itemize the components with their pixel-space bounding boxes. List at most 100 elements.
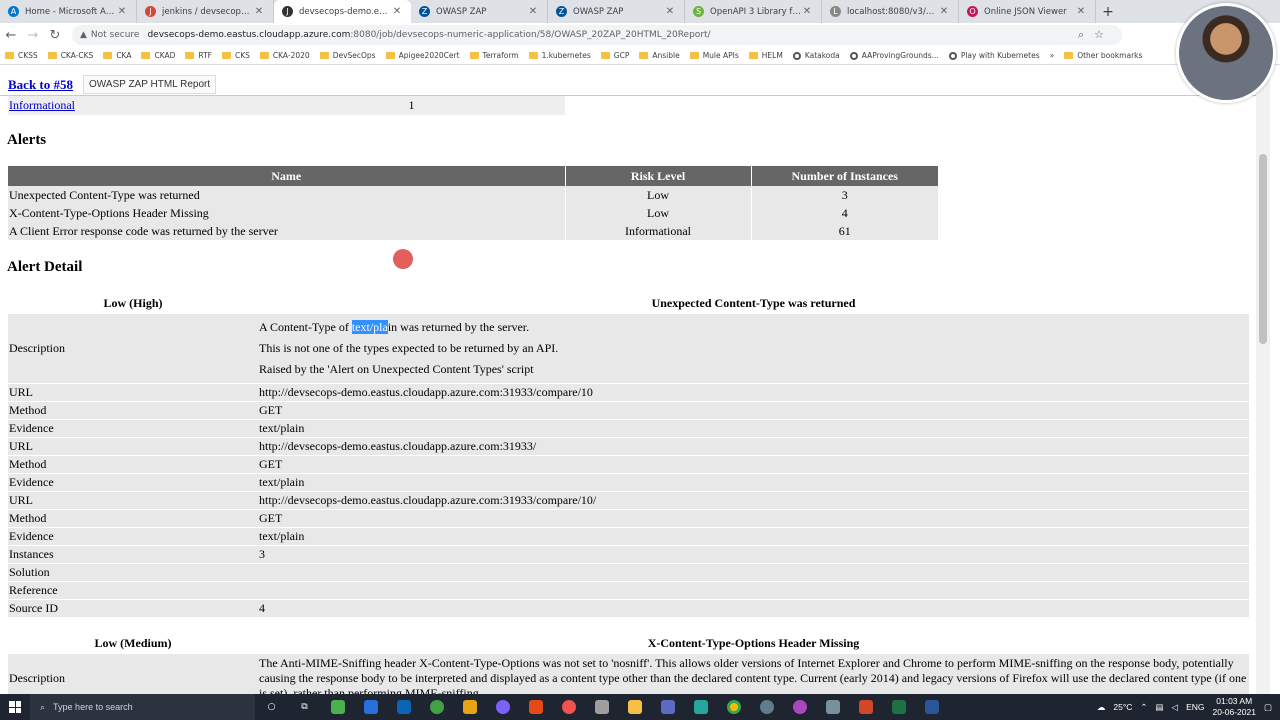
warning-icon[interactable]: ▲	[80, 30, 87, 40]
detail-key: Method	[8, 401, 258, 420]
close-icon[interactable]: ✕	[253, 6, 265, 17]
reload-button[interactable]: ↻	[44, 24, 66, 46]
temperature[interactable]: 25°C	[1113, 702, 1132, 712]
bookmark-item[interactable]: 1.kubernetes	[524, 51, 596, 60]
app-icon[interactable]	[519, 694, 552, 720]
chrome-icon[interactable]	[717, 694, 750, 720]
volume-icon[interactable]: ◁	[1172, 702, 1179, 713]
clock-date: 20-06-2021	[1212, 707, 1256, 717]
network-icon[interactable]: ▤	[1155, 702, 1163, 713]
bookmark-item[interactable]: CKA	[98, 51, 136, 60]
close-icon[interactable]: ✕	[801, 6, 813, 17]
app-icon[interactable]	[354, 694, 387, 720]
browser-tab[interactable]: Jjenkins / devsecops-numeric✕	[137, 0, 274, 23]
bookmark-item[interactable]: Play with Kubernetes	[944, 51, 1045, 60]
alert-risk: Informational	[565, 222, 752, 240]
app-icon[interactable]	[783, 694, 816, 720]
bookmark-item[interactable]: GCP	[596, 51, 635, 60]
app-icon[interactable]	[420, 694, 453, 720]
detail-key: Instances	[8, 545, 258, 564]
file-explorer-icon[interactable]	[618, 694, 651, 720]
alert-count: 3	[751, 186, 939, 204]
detail-row-description: Description A Content-Type of text/plain…	[8, 314, 1249, 384]
close-icon[interactable]: ✕	[391, 6, 403, 17]
browser-tab[interactable]: S OpenAPI 3 Library for spring✕	[685, 0, 822, 23]
browser-tab[interactable]: Jdevsecops-demo.eastus.cloudapp✕	[274, 0, 411, 23]
app-icon[interactable]	[750, 694, 783, 720]
browser-tab[interactable]: Z OWASP ZAP ✕	[411, 0, 548, 23]
start-button[interactable]	[0, 694, 30, 720]
browser-tab[interactable]: Llocalhost:8080/v3/api-docs✕	[822, 0, 959, 23]
bookmark-label: Ansible	[652, 51, 680, 60]
taskbar-search[interactable]: ⌕ Type here to search	[30, 694, 255, 720]
summary-link-informational[interactable]: Informational	[8, 98, 258, 113]
app-icon[interactable]	[486, 694, 519, 720]
clock[interactable]: 01:03 AM 20-06-2021	[1212, 696, 1255, 718]
selected-text[interactable]: text/pla	[351, 320, 388, 334]
outlook-icon[interactable]	[387, 694, 420, 720]
bookmark-item[interactable]: AAProvingGrounds...	[845, 51, 944, 60]
bookmark-item[interactable]: CKA-CKS	[43, 51, 99, 60]
word-icon[interactable]	[915, 694, 948, 720]
scrollbar-thumb[interactable]	[1259, 154, 1267, 344]
app-icon[interactable]	[321, 694, 354, 720]
other-bookmarks[interactable]: Other bookmarks	[1059, 51, 1147, 60]
app-icon[interactable]	[816, 694, 849, 720]
omnibox[interactable]: ▲ Not secure devsecops-demo.eastus.cloud…	[72, 25, 1122, 45]
bookmark-label: AAProvingGrounds...	[861, 51, 939, 60]
bookmark-item[interactable]: Ansible	[634, 51, 684, 60]
browser-tab[interactable]: O Online JSON Viewer ✕	[959, 0, 1096, 23]
language-indicator[interactable]: ENG	[1186, 702, 1204, 712]
bookmark-item[interactable]: Katakoda	[788, 51, 845, 60]
cortana-icon[interactable]: ○	[255, 694, 288, 720]
app-icon[interactable]	[552, 694, 585, 720]
close-icon[interactable]: ✕	[1075, 6, 1087, 17]
bookmark-item[interactable]: Apigee2020Cert	[381, 51, 465, 60]
bookmark-label: DevSecOps	[332, 51, 376, 60]
browser-tab[interactable]: A Home - Microsoft Azure ✕	[0, 0, 137, 23]
detail-key: Method	[8, 509, 258, 528]
bookmark-item[interactable]: CKSS	[0, 51, 43, 60]
detail-key: Evidence	[8, 527, 258, 546]
page-scrollbar[interactable]	[1256, 66, 1270, 694]
forward-button[interactable]: →	[22, 24, 44, 46]
back-button[interactable]: ←	[0, 24, 22, 46]
alert-risk: Low	[565, 204, 752, 222]
report-title-tab[interactable]: OWASP ZAP HTML Report	[83, 75, 217, 94]
bookmark-item[interactable]: CKA-2020	[255, 51, 315, 60]
chevron-up-icon[interactable]: ⌃	[1140, 702, 1147, 713]
alert-detail-heading: Alert Detail	[7, 259, 83, 275]
weather-icon[interactable]: ☁	[1097, 702, 1106, 713]
app-icon[interactable]	[651, 694, 684, 720]
bookmark-item[interactable]: RTF	[180, 51, 217, 60]
bookmark-star-icon[interactable]: ⌕☆	[1078, 28, 1114, 42]
bookmark-item[interactable]: Mule APIs	[685, 51, 744, 60]
close-icon[interactable]: ✕	[664, 6, 676, 17]
bookmark-item[interactable]: Terraform	[465, 51, 524, 60]
bookmarks-overflow-button[interactable]: »	[1045, 51, 1060, 60]
close-icon[interactable]: ✕	[938, 6, 950, 17]
bookmark-item[interactable]: HELM	[744, 51, 788, 60]
close-icon[interactable]: ✕	[116, 6, 128, 17]
alert-name: A Client Error response code was returne…	[8, 222, 566, 240]
app-icon[interactable]	[453, 694, 486, 720]
excel-icon[interactable]	[882, 694, 915, 720]
desc-text: in was returned by the server.	[387, 320, 530, 334]
detail-key: Evidence	[8, 419, 258, 438]
site-icon	[849, 51, 858, 60]
alert-count: 4	[751, 204, 939, 222]
new-tab-button[interactable]: +	[1096, 0, 1120, 23]
app-icon[interactable]	[684, 694, 717, 720]
app-icon[interactable]	[585, 694, 618, 720]
bookmark-item[interactable]: CKAD	[136, 51, 180, 60]
detail-value: text/plain	[258, 527, 1249, 546]
task-view-icon[interactable]: ⧉	[288, 694, 321, 720]
not-secure-label[interactable]: Not secure	[91, 30, 140, 40]
bookmark-item[interactable]: CKS	[217, 51, 255, 60]
close-icon[interactable]: ✕	[527, 6, 539, 17]
powerpoint-icon[interactable]	[849, 694, 882, 720]
back-to-build-link[interactable]: Back to #58	[8, 77, 73, 93]
bookmark-item[interactable]: DevSecOps	[315, 51, 381, 60]
notification-icon[interactable]: ▢	[1264, 702, 1272, 713]
browser-tab[interactable]: Z OWASP ZAP ✕	[548, 0, 685, 23]
